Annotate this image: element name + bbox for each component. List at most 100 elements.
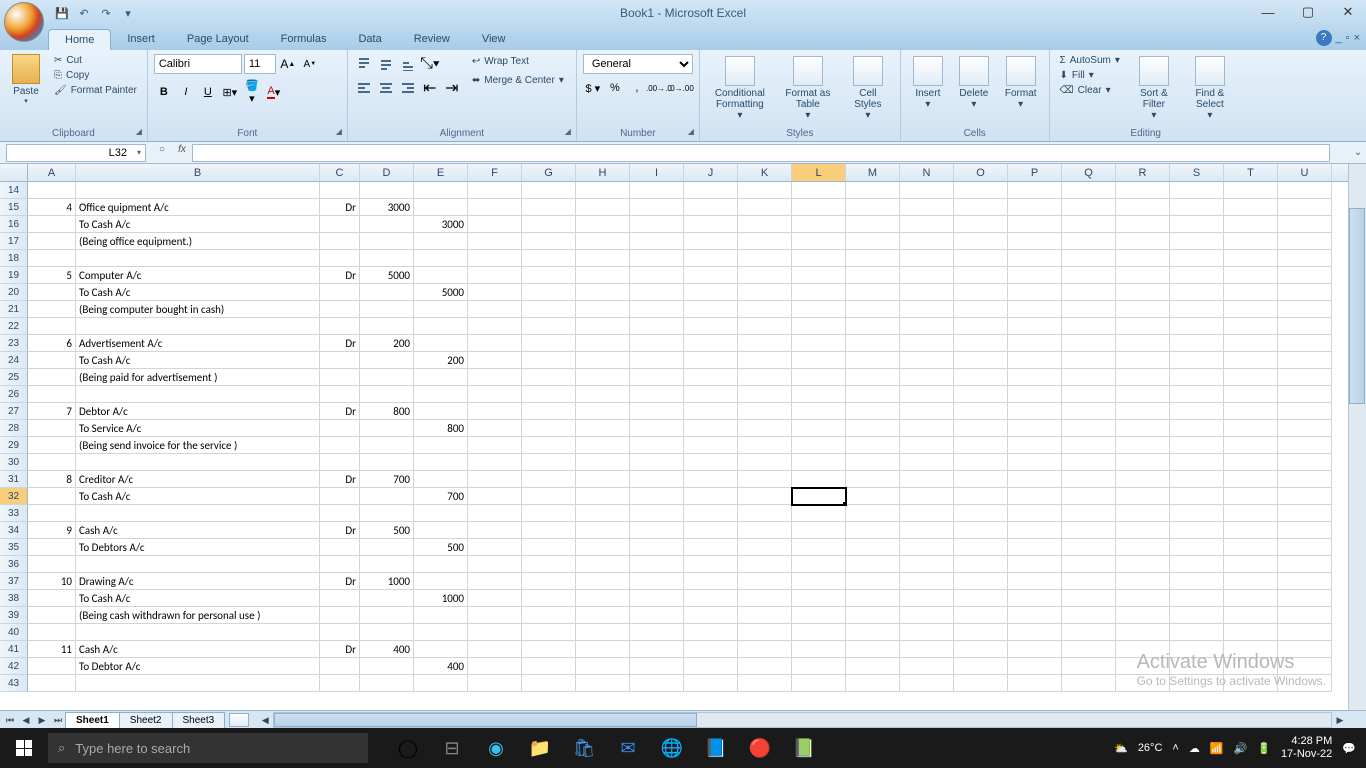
cell-A41[interactable]: 11 [28, 641, 76, 658]
alignment-launcher-icon[interactable]: ◢ [562, 127, 574, 139]
row-header-32[interactable]: 32 [0, 488, 28, 505]
cell-N29[interactable] [900, 437, 954, 454]
mail-icon[interactable]: ✉ [608, 728, 648, 768]
cell-G21[interactable] [522, 301, 576, 318]
cell-Q16[interactable] [1062, 216, 1116, 233]
cell-I17[interactable] [630, 233, 684, 250]
cell-F18[interactable] [468, 250, 522, 267]
cell-O37[interactable] [954, 573, 1008, 590]
border-button[interactable]: ⊞▾ [220, 82, 240, 102]
cell-L23[interactable] [792, 335, 846, 352]
weather-icon[interactable]: ⛅ [1114, 742, 1128, 755]
cell-J35[interactable] [684, 539, 738, 556]
format-as-table-button[interactable]: Format as Table ▾ [778, 54, 838, 126]
cell-O35[interactable] [954, 539, 1008, 556]
format-painter-button[interactable]: 🖌Format Painter [50, 84, 141, 97]
cell-E15[interactable] [414, 199, 468, 216]
cell-F28[interactable] [468, 420, 522, 437]
cell-L32[interactable] [792, 488, 846, 505]
cell-K28[interactable] [738, 420, 792, 437]
cell-G24[interactable] [522, 352, 576, 369]
tab-page-layout[interactable]: Page Layout [171, 29, 265, 50]
cell-I28[interactable] [630, 420, 684, 437]
cell-T37[interactable] [1224, 573, 1278, 590]
decrease-font-icon[interactable]: A▼ [300, 54, 320, 74]
cell-U22[interactable] [1278, 318, 1332, 335]
cell-O16[interactable] [954, 216, 1008, 233]
cell-K14[interactable] [738, 182, 792, 199]
cell-E14[interactable] [414, 182, 468, 199]
cell-J36[interactable] [684, 556, 738, 573]
sort-filter-button[interactable]: Sort & Filter▾ [1128, 54, 1180, 126]
cell-E29[interactable] [414, 437, 468, 454]
cell-B21[interactable]: (Being computer bought in cash) [76, 301, 320, 318]
cell-H35[interactable] [576, 539, 630, 556]
decrease-indent-icon[interactable]: ⇤ [420, 78, 440, 98]
cell-B19[interactable]: Computer A/c [76, 267, 320, 284]
cell-M42[interactable] [846, 658, 900, 675]
cell-L33[interactable] [792, 505, 846, 522]
battery-icon[interactable]: 🔋 [1257, 742, 1271, 755]
cell-J20[interactable] [684, 284, 738, 301]
cell-Q17[interactable] [1062, 233, 1116, 250]
close-workbook-icon[interactable]: × [1354, 32, 1360, 44]
cell-E28[interactable]: 800 [414, 420, 468, 437]
cell-L39[interactable] [792, 607, 846, 624]
cell-B16[interactable]: To Cash A/c [76, 216, 320, 233]
cell-G29[interactable] [522, 437, 576, 454]
cell-U21[interactable] [1278, 301, 1332, 318]
cell-E37[interactable] [414, 573, 468, 590]
cell-S17[interactable] [1170, 233, 1224, 250]
cell-T34[interactable] [1224, 522, 1278, 539]
row-header-23[interactable]: 23 [0, 335, 28, 352]
orientation-icon[interactable]: ⤡▾ [420, 54, 440, 74]
sheet-tab-sheet1[interactable]: Sheet1 [65, 712, 120, 728]
row-header-24[interactable]: 24 [0, 352, 28, 369]
cell-J42[interactable] [684, 658, 738, 675]
cell-D31[interactable]: 700 [360, 471, 414, 488]
cell-Q27[interactable] [1062, 403, 1116, 420]
cell-N17[interactable] [900, 233, 954, 250]
align-bottom-icon[interactable] [398, 54, 418, 74]
cell-A39[interactable] [28, 607, 76, 624]
cell-S16[interactable] [1170, 216, 1224, 233]
tab-data[interactable]: Data [342, 29, 397, 50]
cell-K39[interactable] [738, 607, 792, 624]
cell-E19[interactable] [414, 267, 468, 284]
cell-B40[interactable] [76, 624, 320, 641]
cell-D32[interactable] [360, 488, 414, 505]
cell-K17[interactable] [738, 233, 792, 250]
cell-C38[interactable] [320, 590, 360, 607]
cell-O40[interactable] [954, 624, 1008, 641]
cell-I27[interactable] [630, 403, 684, 420]
cell-S21[interactable] [1170, 301, 1224, 318]
row-header-25[interactable]: 25 [0, 369, 28, 386]
cell-G15[interactable] [522, 199, 576, 216]
italic-button[interactable]: I [176, 82, 196, 102]
cell-R30[interactable] [1116, 454, 1170, 471]
cell-N27[interactable] [900, 403, 954, 420]
cell-M27[interactable] [846, 403, 900, 420]
cell-H20[interactable] [576, 284, 630, 301]
cell-B24[interactable]: To Cash A/c [76, 352, 320, 369]
cell-I16[interactable] [630, 216, 684, 233]
row-header-36[interactable]: 36 [0, 556, 28, 573]
cell-M22[interactable] [846, 318, 900, 335]
cell-Q21[interactable] [1062, 301, 1116, 318]
cell-C16[interactable] [320, 216, 360, 233]
cell-I33[interactable] [630, 505, 684, 522]
cell-F25[interactable] [468, 369, 522, 386]
cell-B41[interactable]: Cash A/c [76, 641, 320, 658]
cell-H15[interactable] [576, 199, 630, 216]
cell-E36[interactable] [414, 556, 468, 573]
cell-S31[interactable] [1170, 471, 1224, 488]
cell-R27[interactable] [1116, 403, 1170, 420]
cut-button[interactable]: ✂Cut [50, 54, 141, 67]
cell-K36[interactable] [738, 556, 792, 573]
cell-styles-button[interactable]: Cell Styles ▾ [842, 54, 894, 126]
cell-F36[interactable] [468, 556, 522, 573]
cell-D27[interactable]: 800 [360, 403, 414, 420]
cell-U36[interactable] [1278, 556, 1332, 573]
column-header-G[interactable]: G [522, 164, 576, 181]
cell-Q33[interactable] [1062, 505, 1116, 522]
